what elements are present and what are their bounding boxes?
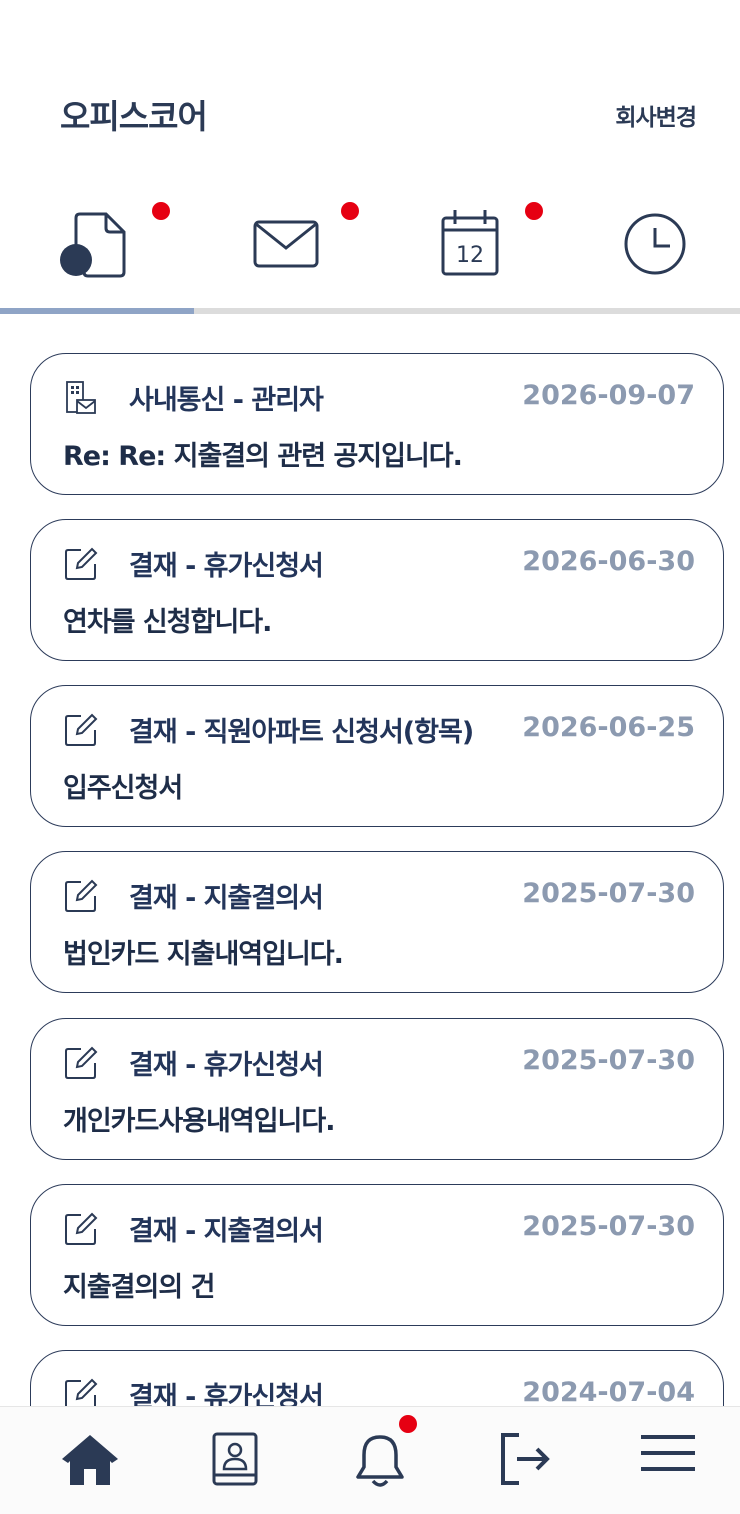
menu-icon bbox=[641, 1435, 695, 1471]
app-title: 오피스코어 bbox=[60, 97, 208, 136]
list-item[interactable]: 결재 - 지출결의서 2025-07-30 법인카드 지출내역입니다. bbox=[30, 851, 724, 993]
edit-icon bbox=[65, 713, 98, 746]
tab-bar: 12 bbox=[0, 190, 740, 310]
tab-calendar[interactable]: 12 bbox=[377, 190, 562, 310]
item-subject: 법인카드 지출내역입니다. bbox=[63, 939, 344, 970]
item-category: 결재 - 휴가신청서 bbox=[129, 1050, 324, 1081]
contacts-icon bbox=[212, 1432, 258, 1486]
item-category: 결재 - 휴가신청서 bbox=[129, 1382, 324, 1406]
tab-badge-dot bbox=[341, 202, 359, 220]
list-item[interactable]: 결재 - 휴가신청서 2026-06-30 연차를 신청합니다. bbox=[30, 519, 724, 661]
tab-badge-dot bbox=[152, 202, 170, 220]
nav-contacts[interactable] bbox=[161, 1407, 309, 1514]
list-item[interactable]: 결재 - 직원아파트 신청서(항목) 2026-06-25 입주신청서 bbox=[30, 685, 724, 827]
item-date: 2025-07-30 bbox=[522, 878, 695, 909]
item-date: 2026-09-07 bbox=[522, 380, 695, 411]
item-category: 결재 - 휴가신청서 bbox=[129, 551, 324, 582]
tab-approval-doc[interactable] bbox=[0, 190, 185, 310]
item-category: 결재 - 지출결의서 bbox=[129, 1216, 324, 1247]
edit-icon bbox=[65, 1378, 98, 1406]
nav-logout[interactable] bbox=[451, 1407, 599, 1514]
edit-icon bbox=[65, 1212, 98, 1245]
item-subject: Re: Re: 지출결의 관련 공지입니다. bbox=[63, 441, 463, 472]
company-change-button[interactable]: 회사변경 bbox=[615, 98, 697, 132]
logout-icon bbox=[501, 1433, 550, 1485]
tab-history[interactable] bbox=[562, 190, 740, 310]
item-date: 2025-07-30 bbox=[522, 1211, 695, 1242]
nav-badge-dot bbox=[399, 1415, 417, 1433]
bell-icon bbox=[356, 1435, 404, 1487]
list-item[interactable]: 결재 - 휴가신청서 2025-07-30 개인카드사용내역입니다. bbox=[30, 1018, 724, 1160]
edit-icon bbox=[65, 1046, 98, 1079]
item-date: 2026-06-30 bbox=[522, 546, 695, 577]
list-item[interactable]: 결재 - 지출결의서 2025-07-30 지출결의의 건 bbox=[30, 1184, 724, 1326]
tab-badge-dot bbox=[525, 202, 543, 220]
nav-menu[interactable] bbox=[594, 1407, 740, 1514]
nav-notifications[interactable] bbox=[306, 1407, 454, 1514]
item-category: 결재 - 직원아파트 신청서(항목) bbox=[129, 717, 474, 748]
item-date: 2024-07-04 bbox=[522, 1377, 695, 1406]
item-subject: 입주신청서 bbox=[63, 773, 183, 804]
nav-home[interactable] bbox=[16, 1407, 164, 1514]
document-icon bbox=[59, 212, 125, 278]
calendar-icon: 12 bbox=[441, 210, 498, 276]
bottom-nav bbox=[0, 1406, 740, 1514]
mail-icon bbox=[253, 220, 318, 268]
svg-text:12: 12 bbox=[456, 243, 484, 268]
item-date: 2025-07-30 bbox=[522, 1045, 695, 1076]
item-subject: 개인카드사용내역입니다. bbox=[63, 1106, 335, 1137]
item-category: 사내통신 - 관리자 bbox=[129, 385, 324, 416]
home-icon bbox=[62, 1435, 118, 1485]
item-category: 결재 - 지출결의서 bbox=[129, 883, 324, 914]
item-date: 2026-06-25 bbox=[522, 712, 695, 743]
item-subject: 지출결의의 건 bbox=[63, 1272, 215, 1303]
tab-active-indicator bbox=[0, 308, 194, 314]
tab-mail[interactable] bbox=[193, 190, 378, 310]
app-header: 오피스코어 회사변경 bbox=[0, 0, 740, 180]
item-subject: 연차를 신청합니다. bbox=[63, 607, 272, 638]
internal-message-icon bbox=[66, 381, 96, 414]
list-item[interactable]: 결재 - 휴가신청서 2024-07-04 bbox=[30, 1350, 724, 1406]
tab-underline bbox=[0, 308, 740, 314]
edit-icon bbox=[65, 879, 98, 912]
clock-icon bbox=[624, 213, 685, 275]
edit-icon bbox=[65, 547, 98, 580]
feed-list[interactable]: 사내통신 - 관리자 2026-09-07 Re: Re: 지출결의 관련 공지… bbox=[0, 316, 740, 1406]
list-item[interactable]: 사내통신 - 관리자 2026-09-07 Re: Re: 지출결의 관련 공지… bbox=[30, 353, 724, 495]
